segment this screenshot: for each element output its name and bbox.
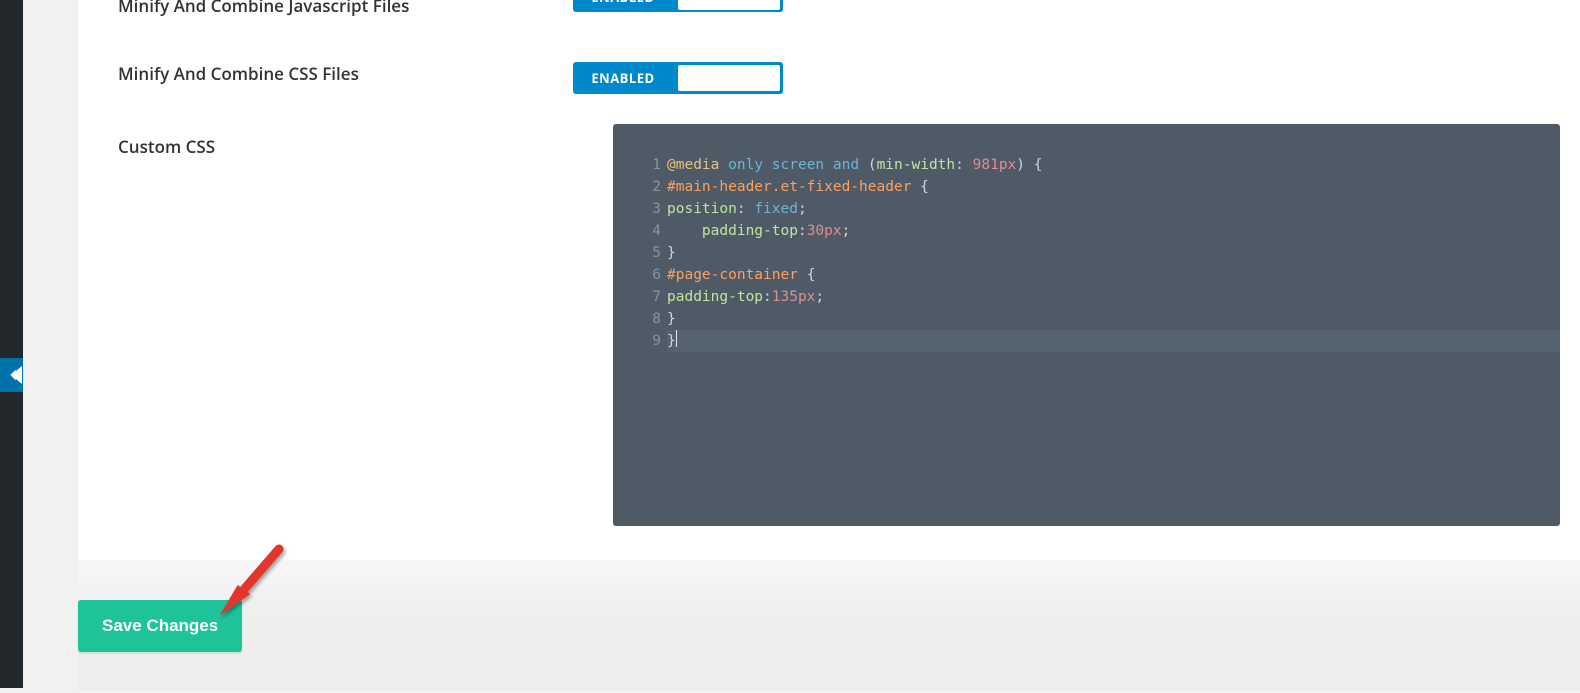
code-line[interactable]: 6#page-container { [613, 264, 1560, 286]
code-content[interactable]: #main-header.et-fixed-header { [667, 176, 1560, 198]
code-content[interactable]: } [667, 330, 1560, 352]
toggle-state-label: ENABLED [573, 62, 673, 94]
text-cursor [676, 330, 677, 347]
setting-row-minify-css: Minify And Combine CSS Files ENABLED [118, 62, 1560, 94]
code-line[interactable]: 3position: fixed; [613, 198, 1560, 220]
line-number: 4 [613, 220, 667, 242]
flyout-arrow-icon [11, 366, 22, 384]
line-number: 3 [613, 198, 667, 220]
line-number: 7 [613, 286, 667, 308]
line-number: 2 [613, 176, 667, 198]
toggle-handle [678, 65, 780, 91]
save-button[interactable]: Save Changes [78, 600, 242, 652]
code-line[interactable]: 7padding-top:135px; [613, 286, 1560, 308]
toggle-state-label: ENABLED [573, 0, 673, 12]
line-number: 8 [613, 308, 667, 330]
line-number: 1 [613, 154, 667, 176]
toggle-minify-css[interactable]: ENABLED [573, 62, 783, 94]
code-content[interactable]: position: fixed; [667, 198, 1560, 220]
code-content[interactable]: padding-top:30px; [667, 220, 1560, 242]
code-content[interactable]: @media only screen and (min-width: 981px… [667, 154, 1560, 176]
settings-panel: Minify And Combine Javascript Files ENAB… [78, 0, 1580, 560]
code-content[interactable]: } [667, 308, 1560, 330]
line-number: 5 [613, 242, 667, 264]
setting-label: Custom CSS [118, 135, 573, 158]
toggle-minify-js[interactable]: ENABLED [573, 0, 783, 12]
line-number: 6 [613, 264, 667, 286]
code-line[interactable]: 2#main-header.et-fixed-header { [613, 176, 1560, 198]
code-content[interactable]: } [667, 242, 1560, 264]
panel-footer: Save Changes [78, 560, 1580, 690]
viewport: Minify And Combine Javascript Files ENAB… [0, 0, 1580, 693]
toggle-handle [678, 0, 780, 10]
custom-css-editor[interactable]: 1@media only screen and (min-width: 981p… [613, 124, 1560, 526]
setting-label: Minify And Combine CSS Files [118, 62, 573, 85]
code-content[interactable]: padding-top:135px; [667, 286, 1560, 308]
code-content[interactable]: #page-container { [667, 264, 1560, 286]
code-line[interactable]: 4 padding-top:30px; [613, 220, 1560, 242]
code-line[interactable]: 5} [613, 242, 1560, 264]
admin-sidebar [0, 0, 23, 688]
setting-row-minify-js: Minify And Combine Javascript Files ENAB… [118, 0, 1560, 17]
code-line[interactable]: 8} [613, 308, 1560, 330]
code-line[interactable]: 9} [613, 330, 1560, 352]
setting-label: Minify And Combine Javascript Files [118, 0, 573, 17]
code-line[interactable]: 1@media only screen and (min-width: 981p… [613, 154, 1560, 176]
line-number: 9 [613, 330, 667, 352]
